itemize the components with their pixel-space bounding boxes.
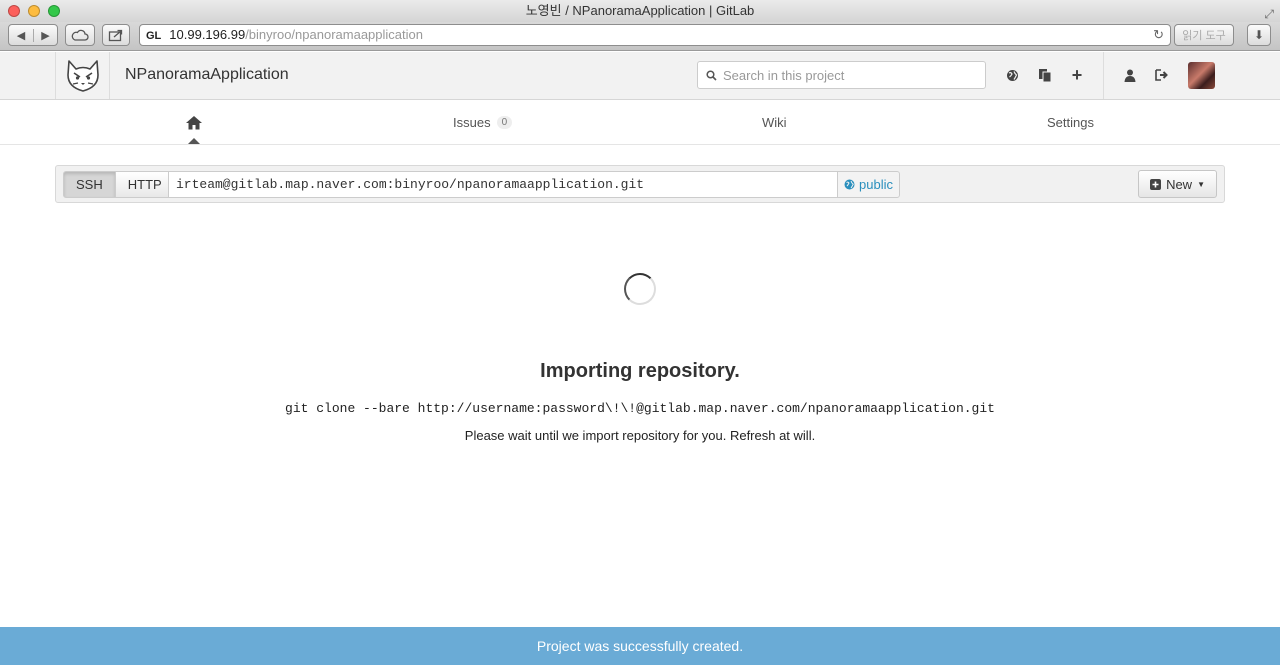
copy-files-icon[interactable] bbox=[1036, 66, 1054, 84]
new-dropdown-button[interactable]: New ▼ bbox=[1138, 170, 1217, 198]
window-controls bbox=[8, 5, 60, 17]
url-host: 10.99.196.99 bbox=[169, 27, 246, 42]
address-bar[interactable]: GL 10.99.196.99/binyroo/npanoramaapplicat… bbox=[139, 24, 1171, 46]
user-profile-icon[interactable] bbox=[1121, 66, 1139, 84]
tab-issues-label: Issues bbox=[453, 115, 491, 130]
active-tab-caret bbox=[188, 138, 200, 144]
downloads-button[interactable]: ⬇ bbox=[1247, 24, 1271, 46]
forward-icon[interactable]: ▶ bbox=[32, 28, 57, 42]
history-buttons: ◀ ▶ bbox=[8, 24, 58, 46]
browser-titlebar: 노영빈 / NPanoramaApplication | GitLab ⤢ bbox=[0, 0, 1280, 22]
browser-toolbar: ◀ ▶ GL 10.99.196.99/binyroo/npanoramaappl… bbox=[0, 22, 1280, 51]
plus-icon[interactable]: + bbox=[1068, 65, 1086, 85]
issues-count-badge: 0 bbox=[496, 116, 513, 129]
visibility-badge: public bbox=[837, 171, 900, 198]
avatar[interactable] bbox=[1188, 62, 1215, 89]
http-button[interactable]: HTTP bbox=[115, 171, 175, 198]
cloud-tabs-button[interactable] bbox=[65, 24, 95, 46]
search-icon bbox=[706, 69, 717, 81]
close-window-button[interactable] bbox=[8, 5, 20, 17]
gitlab-logo-link[interactable] bbox=[55, 52, 110, 99]
visibility-label: public bbox=[859, 177, 893, 192]
sign-out-icon[interactable] bbox=[1153, 66, 1171, 84]
globe-icon bbox=[844, 179, 855, 190]
gitlab-header: NPanoramaApplication + bbox=[0, 52, 1280, 100]
url-path: /binyroo/npanoramaapplication bbox=[245, 27, 423, 42]
project-title[interactable]: NPanoramaApplication bbox=[125, 66, 289, 84]
tab-issues[interactable]: Issues 0 bbox=[453, 100, 513, 145]
reader-button[interactable]: 읽기 도구 bbox=[1174, 24, 1234, 46]
flash-notice: Project was successfully created. bbox=[0, 627, 1280, 665]
reload-icon[interactable]: ↻ bbox=[1153, 25, 1164, 45]
gitlab-logo-icon bbox=[66, 59, 99, 92]
caret-down-icon: ▼ bbox=[1197, 179, 1205, 189]
search-box[interactable] bbox=[697, 61, 986, 89]
tab-wiki[interactable]: Wiki bbox=[762, 100, 787, 145]
tab-settings[interactable]: Settings bbox=[1047, 100, 1094, 145]
project-nav: Issues 0 Wiki Settings bbox=[0, 100, 1280, 145]
globe-icon[interactable] bbox=[1003, 66, 1021, 84]
plus-square-icon bbox=[1150, 178, 1162, 190]
import-command: git clone --bare http://username:passwor… bbox=[285, 401, 995, 416]
new-button-label: New bbox=[1166, 176, 1193, 192]
download-icon: ⬇ bbox=[1253, 28, 1265, 42]
import-note: Please wait until we import repository f… bbox=[464, 428, 816, 443]
share-button[interactable] bbox=[102, 24, 130, 46]
header-divider bbox=[1103, 52, 1104, 99]
cloud-icon bbox=[71, 29, 89, 41]
favicon: GL bbox=[146, 30, 162, 42]
minimize-window-button[interactable] bbox=[28, 5, 40, 17]
ssh-button[interactable]: SSH bbox=[63, 171, 116, 198]
loading-spinner bbox=[624, 273, 656, 305]
back-icon[interactable]: ◀ bbox=[9, 29, 33, 42]
search-input[interactable] bbox=[723, 67, 963, 83]
share-icon bbox=[108, 29, 123, 42]
window-title: 노영빈 / NPanoramaApplication | GitLab bbox=[525, 3, 755, 18]
import-title: Importing repository. bbox=[540, 360, 740, 382]
zoom-window-button[interactable] bbox=[48, 5, 60, 17]
tab-home[interactable] bbox=[184, 100, 204, 145]
home-icon bbox=[186, 116, 202, 130]
clone-protocol-switch: SSH HTTP bbox=[63, 171, 175, 198]
clone-panel: SSH HTTP public New ▼ bbox=[55, 165, 1225, 203]
clone-url-input[interactable] bbox=[168, 171, 838, 198]
